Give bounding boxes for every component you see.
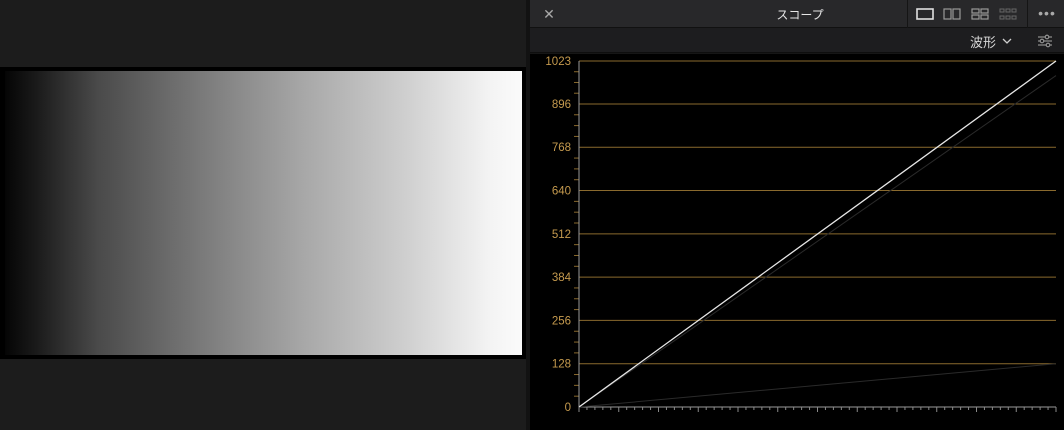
scope-panel: ✕ スコープ ••• 波形 0 128 256 384 512 640 768 … (530, 0, 1064, 430)
dual-layout-icon[interactable] (941, 5, 963, 23)
multi-layout-icon[interactable] (997, 5, 1019, 23)
viewer-panel (0, 0, 526, 430)
y-tick-label: 128 (552, 359, 571, 371)
quad-layout-icon[interactable] (969, 5, 991, 23)
y-tick-label: 0 (565, 402, 571, 414)
y-tick-label: 640 (552, 186, 571, 198)
toolbar-separator (1027, 0, 1028, 28)
waveform-scope: 0 128 256 384 512 640 768 896 1023 (530, 54, 1064, 430)
waveform-trace (578, 363, 1057, 408)
waveform-trace (578, 75, 1057, 408)
close-icon[interactable]: ✕ (540, 5, 558, 23)
single-layout-icon[interactable] (914, 5, 936, 23)
y-tick-label: 512 (552, 229, 571, 241)
y-tick-label: 1023 (545, 56, 571, 68)
scope-title: スコープ (776, 8, 824, 22)
y-tick-label: 384 (552, 272, 572, 284)
y-tick-label: 768 (552, 142, 571, 154)
scope-titlebar: ✕ スコープ ••• (530, 0, 1064, 28)
waveform-chart: 0 128 256 384 512 640 768 896 1023 (545, 56, 1057, 414)
chevron-down-icon (1002, 38, 1012, 44)
scope-mode-label: 波形 (970, 34, 997, 50)
scope-toolbar: 波形 (530, 28, 1064, 53)
toolbar-separator (907, 0, 908, 28)
y-tick-label: 896 (552, 99, 571, 111)
grayscale-ramp-image (5, 71, 522, 355)
y-tick-label: 256 (552, 315, 571, 327)
more-horizontal-icon[interactable]: ••• (1034, 4, 1060, 22)
scope-mode-select[interactable]: 波形 (970, 32, 1012, 50)
sliders-icon[interactable] (1034, 31, 1056, 51)
